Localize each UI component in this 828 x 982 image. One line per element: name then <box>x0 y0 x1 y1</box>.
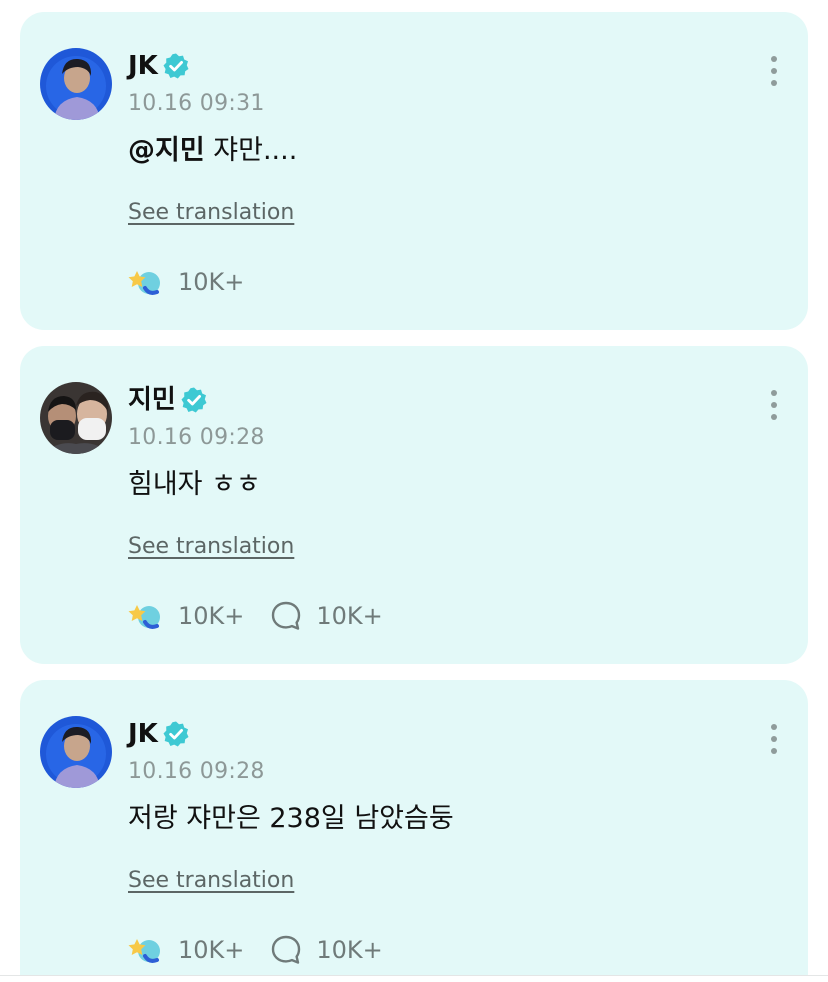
reaction-button[interactable]: 10K+ <box>128 264 244 300</box>
more-options-button[interactable] <box>762 390 786 426</box>
more-dot <box>771 56 777 62</box>
author-name[interactable]: JK <box>128 48 158 84</box>
verified-badge-icon <box>180 386 208 414</box>
more-dot <box>771 80 777 86</box>
post-feed[interactable]: JK 10.16 09:31 @지민 쟈만.... See translatio… <box>0 0 828 976</box>
more-dot <box>771 402 777 408</box>
bottom-divider <box>0 975 828 976</box>
author-row: JK <box>128 48 190 84</box>
avatar[interactable] <box>40 48 112 120</box>
post-timestamp: 10.16 09:28 <box>128 425 265 450</box>
verified-badge-icon <box>162 720 190 748</box>
reaction-button[interactable]: 10K+ <box>128 598 244 634</box>
comment-button[interactable]: 10K+ <box>270 600 383 632</box>
post-text: 힘내자 ㅎㅎ <box>128 469 261 500</box>
post-body: 쟈만.... <box>204 135 298 166</box>
see-translation-link[interactable]: See translation <box>128 866 294 896</box>
avatar[interactable] <box>40 716 112 788</box>
post-card[interactable]: JK 10.16 09:28 저랑 쟈만은 238일 남았슴둥 See tran… <box>20 680 808 976</box>
reaction-count: 10K+ <box>178 268 245 296</box>
more-dot <box>771 748 777 754</box>
mention-link[interactable]: @지민 <box>128 135 205 166</box>
post-text: @지민 쟈만.... <box>128 132 297 170</box>
more-dot <box>771 736 777 742</box>
reaction-button[interactable]: 10K+ <box>128 932 244 968</box>
more-dot <box>771 414 777 420</box>
post-actions: 10K+ 10K+ <box>128 596 409 636</box>
post-card[interactable]: 지민 10.16 09:28 힘내자 ㅎㅎ See translation 10… <box>20 346 808 664</box>
post-timestamp: 10.16 09:28 <box>128 759 265 784</box>
comment-count: 10K+ <box>316 602 383 630</box>
sparkle-heart-reaction-icon <box>128 598 164 634</box>
post-text: 저랑 쟈만은 238일 남았슴둥 <box>128 803 454 834</box>
speech-bubble-icon <box>270 934 302 966</box>
sparkle-heart-reaction-icon <box>128 932 164 968</box>
reaction-count: 10K+ <box>178 936 245 964</box>
see-translation-link[interactable]: See translation <box>128 532 294 562</box>
speech-bubble-icon <box>270 600 302 632</box>
post-timestamp: 10.16 09:31 <box>128 91 265 116</box>
post-actions: 10K+ 10K+ <box>128 930 409 970</box>
post-card[interactable]: JK 10.16 09:31 @지민 쟈만.... See translatio… <box>20 12 808 330</box>
more-dot <box>771 390 777 396</box>
more-dot <box>771 724 777 730</box>
author-name[interactable]: 지민 <box>128 382 176 418</box>
comment-count: 10K+ <box>316 936 383 964</box>
avatar[interactable] <box>40 382 112 454</box>
more-options-button[interactable] <box>762 724 786 760</box>
reaction-count: 10K+ <box>178 602 245 630</box>
more-dot <box>771 68 777 74</box>
author-name[interactable]: JK <box>128 716 158 752</box>
author-row: 지민 <box>128 382 208 418</box>
verified-badge-icon <box>162 52 190 80</box>
post-actions: 10K+ <box>128 262 270 302</box>
sparkle-heart-reaction-icon <box>128 264 164 300</box>
more-options-button[interactable] <box>762 56 786 92</box>
see-translation-link[interactable]: See translation <box>128 198 294 228</box>
author-row: JK <box>128 716 190 752</box>
comment-button[interactable]: 10K+ <box>270 934 383 966</box>
